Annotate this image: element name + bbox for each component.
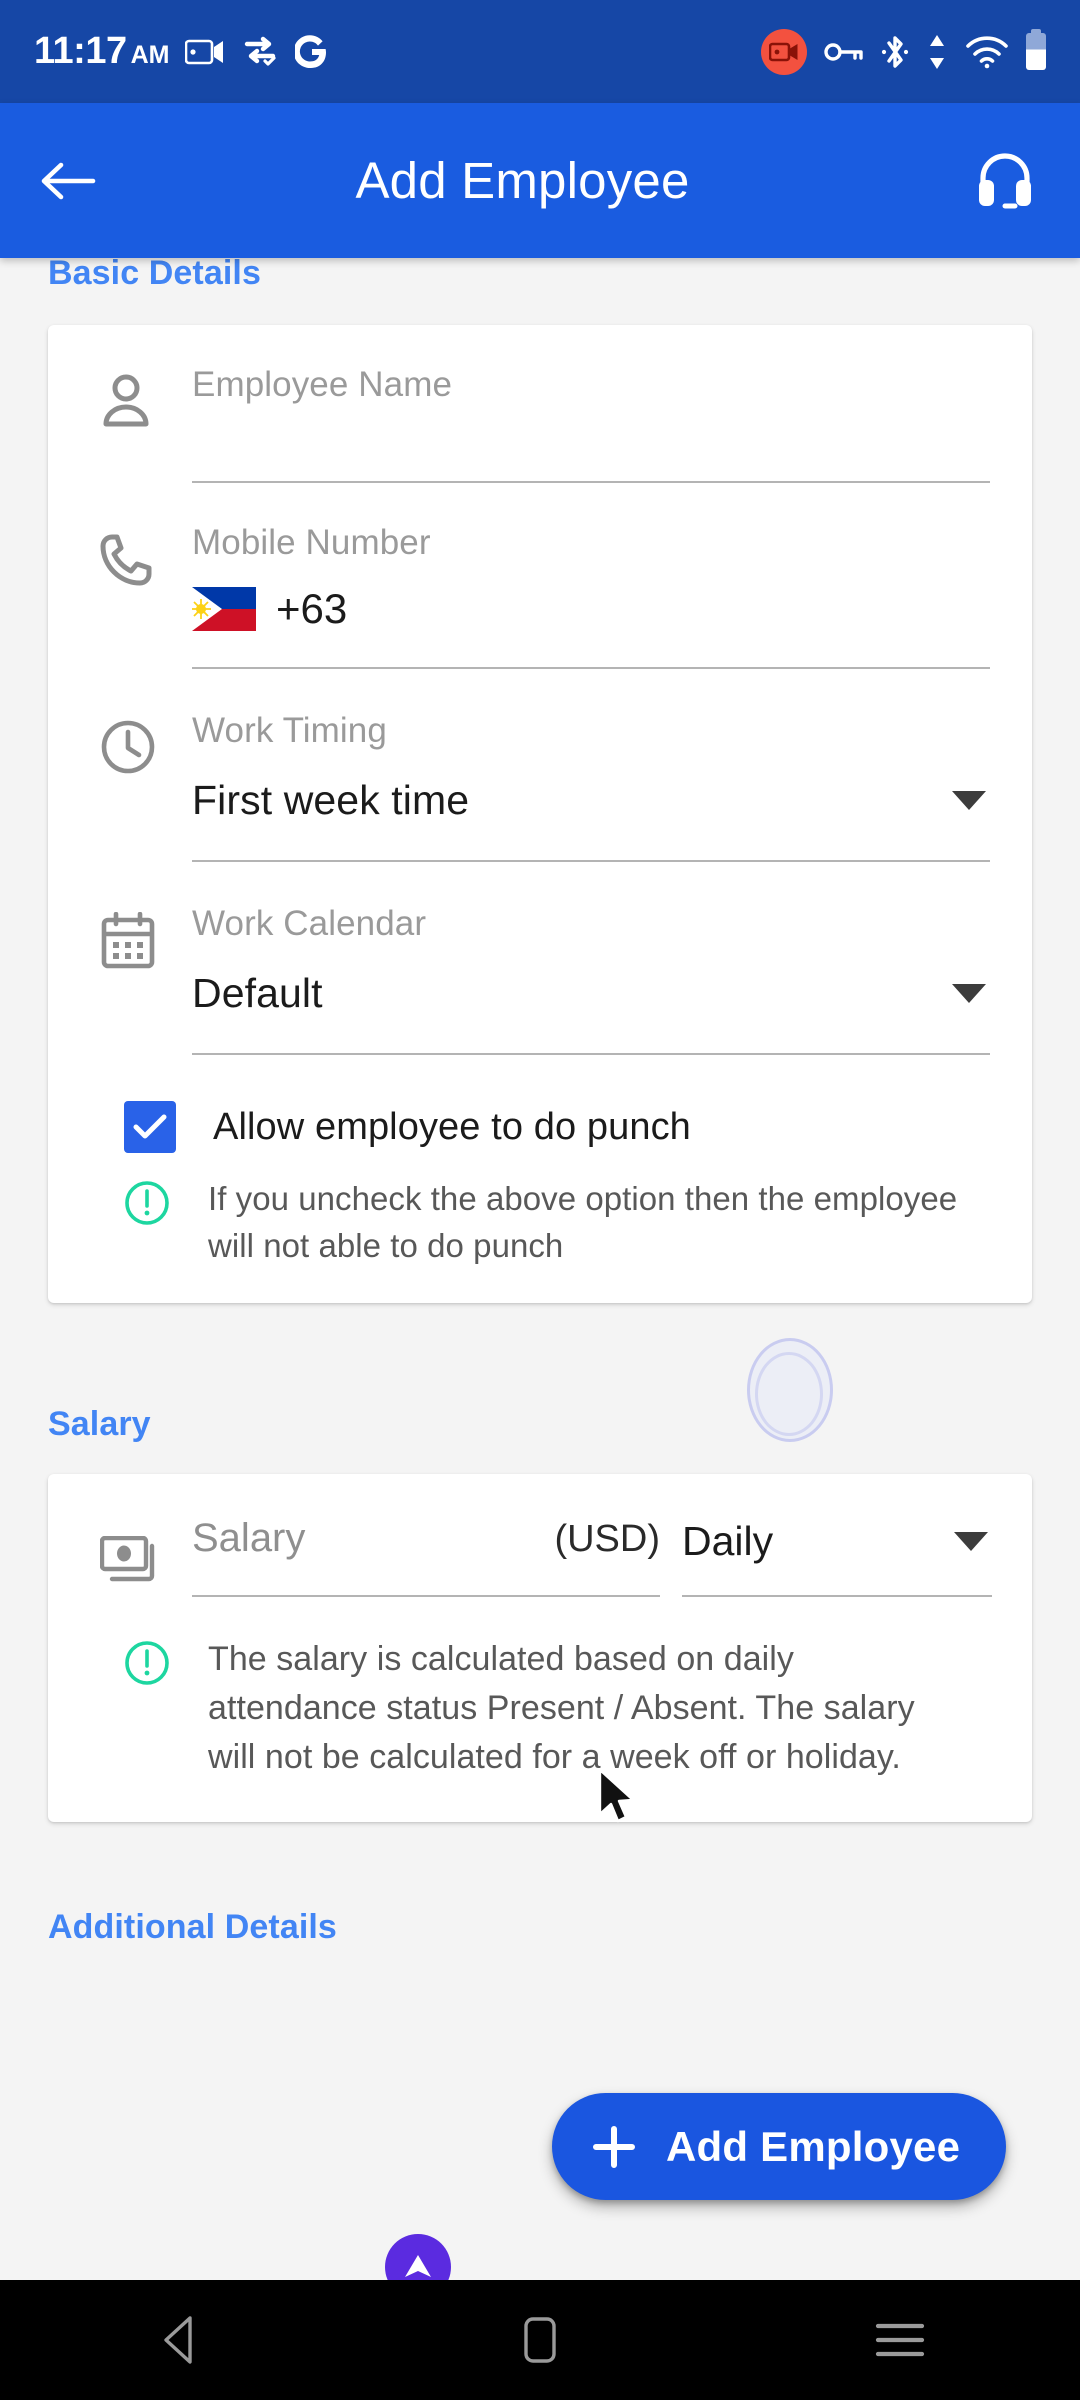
allow-punch-label: Allow employee to do punch bbox=[213, 1105, 691, 1148]
app-bar: Add Employee bbox=[0, 103, 1080, 258]
work-timing-body: Work Timing First week time bbox=[192, 711, 1032, 862]
section-heading-salary: Salary bbox=[48, 1405, 151, 1443]
nav-home-button[interactable] bbox=[450, 2315, 630, 2365]
work-calendar-dropdown[interactable]: Default bbox=[192, 970, 990, 1017]
nav-back-button[interactable] bbox=[90, 2314, 270, 2366]
mobile-number-underline bbox=[192, 667, 990, 669]
data-transfer-icon bbox=[926, 34, 948, 70]
employee-name-input[interactable] bbox=[192, 405, 990, 481]
info-exclamation-icon bbox=[124, 1635, 181, 1782]
battery-icon bbox=[1026, 29, 1046, 70]
status-bar-clock: 11:17 bbox=[34, 30, 127, 72]
chevron-down-icon[interactable] bbox=[952, 791, 986, 810]
phone-screen: 11:17 AM Add Employee Basic Details Empl… bbox=[0, 0, 1080, 2400]
person-icon bbox=[100, 365, 192, 483]
salary-info-row: The salary is calculated based on daily … bbox=[48, 1635, 1032, 1782]
calendar-icon bbox=[100, 904, 192, 1055]
section-heading-basic-details: Basic Details bbox=[48, 258, 261, 292]
salary-amount-line: Salary (USD) bbox=[192, 1516, 660, 1561]
nav-recents-button[interactable] bbox=[810, 2318, 990, 2362]
salary-card: Salary (USD) Daily The salary is calcula… bbox=[48, 1474, 1032, 1822]
phone-icon bbox=[100, 523, 192, 669]
country-code-value: +63 bbox=[276, 585, 348, 632]
employee-name-label: Employee Name bbox=[192, 365, 453, 404]
mobile-number-body: Mobile Number +63 bbox=[191, 523, 1032, 669]
clock-icon bbox=[100, 711, 192, 862]
basic-details-card: Employee Name Mobile Number +63 Work Tim… bbox=[48, 325, 1032, 1303]
salary-amount-field[interactable]: Salary (USD) bbox=[192, 1516, 660, 1597]
allow-punch-checkbox[interactable] bbox=[124, 1101, 176, 1153]
scroll-content[interactable]: Basic Details Employee Name Mobile Numbe… bbox=[0, 258, 1080, 2280]
support-headset-icon[interactable] bbox=[930, 150, 1080, 212]
work-timing-underline bbox=[192, 860, 990, 862]
work-calendar-field[interactable]: Work Calendar Default bbox=[48, 904, 1032, 1055]
salary-period-dropdown[interactable]: Daily bbox=[682, 1518, 992, 1565]
vpn-sync-icon bbox=[241, 36, 279, 68]
touch-ripple-inner bbox=[755, 1352, 823, 1436]
salary-row[interactable]: Salary (USD) Daily bbox=[48, 1516, 1032, 1597]
mobile-number-input[interactable] bbox=[192, 633, 990, 667]
chevron-down-icon[interactable] bbox=[954, 1532, 988, 1551]
plus-icon bbox=[590, 2123, 638, 2171]
add-employee-fab-label: Add Employee bbox=[666, 2122, 961, 2170]
mobile-number-field[interactable]: Mobile Number +63 bbox=[48, 523, 1032, 669]
info-exclamation-icon bbox=[124, 1175, 181, 1269]
salary-period-value: Daily bbox=[682, 1518, 774, 1564]
salary-amount-placeholder: Salary bbox=[192, 1516, 306, 1560]
add-employee-fab[interactable]: Add Employee bbox=[552, 2093, 1007, 2200]
employee-name-underline bbox=[192, 481, 990, 483]
system-navigation-bar bbox=[0, 2280, 1080, 2400]
punch-info-row: If you uncheck the above option then the… bbox=[48, 1175, 1032, 1269]
work-timing-label: Work Timing bbox=[192, 711, 387, 750]
work-calendar-underline bbox=[192, 1053, 990, 1055]
philippines-flag-icon bbox=[191, 587, 256, 631]
page-title: Add Employee bbox=[355, 152, 690, 209]
salary-period-field[interactable]: Daily bbox=[682, 1518, 992, 1597]
employee-name-body: Employee Name bbox=[192, 365, 1032, 483]
punch-info-text: If you uncheck the above option then the… bbox=[208, 1180, 958, 1264]
status-bar: 11:17 AM bbox=[0, 0, 1080, 103]
section-heading-additional-details: Additional Details bbox=[48, 1908, 337, 1946]
status-bar-ampm: AM bbox=[130, 41, 170, 69]
screen-cast-icon bbox=[185, 37, 225, 67]
country-code-selector[interactable]: +63 bbox=[191, 585, 990, 633]
salary-amount-input[interactable] bbox=[192, 1561, 660, 1595]
work-timing-value: First week time bbox=[192, 777, 470, 823]
vpn-key-icon bbox=[824, 40, 864, 64]
money-icon bbox=[99, 1535, 192, 1597]
mouse-cursor bbox=[597, 1768, 643, 1835]
wifi-icon bbox=[965, 35, 1009, 69]
salary-info-text: The salary is calculated based on daily … bbox=[208, 1640, 915, 1776]
work-calendar-value: Default bbox=[192, 970, 323, 1016]
salary-period-underline bbox=[682, 1595, 992, 1597]
work-timing-dropdown[interactable]: First week time bbox=[192, 777, 990, 824]
work-calendar-body: Work Calendar Default bbox=[192, 904, 1032, 1055]
salary-amount-underline bbox=[192, 1595, 660, 1597]
status-bar-left: 11:17 AM bbox=[34, 30, 329, 73]
screen-record-icon bbox=[761, 28, 807, 75]
salary-currency-label: (USD) bbox=[554, 1518, 660, 1560]
mobile-number-label: Mobile Number bbox=[192, 523, 431, 562]
bluetooth-icon bbox=[881, 33, 909, 71]
work-calendar-label: Work Calendar bbox=[192, 904, 427, 943]
chevron-down-icon[interactable] bbox=[952, 984, 986, 1003]
employee-name-field[interactable]: Employee Name bbox=[48, 365, 1032, 483]
work-timing-field[interactable]: Work Timing First week time bbox=[48, 711, 1032, 862]
allow-punch-checkbox-row[interactable]: Allow employee to do punch bbox=[48, 1101, 1032, 1153]
google-icon bbox=[295, 34, 329, 70]
status-bar-right bbox=[761, 28, 1046, 75]
